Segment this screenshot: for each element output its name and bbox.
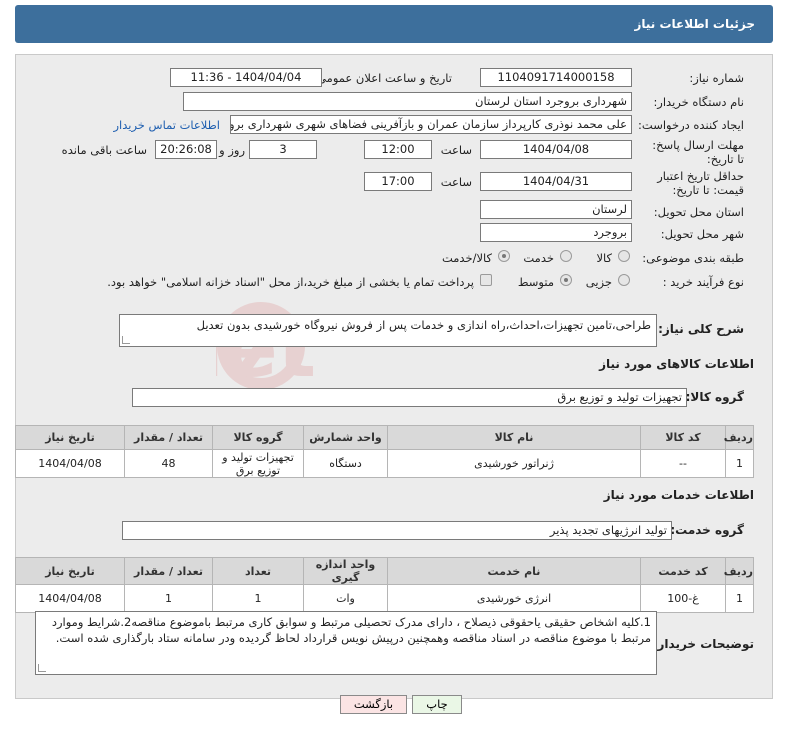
table-row[interactable]: 1 -- ژنراتور خورشیدی دستگاه تجهیزات تولی… [15, 449, 754, 478]
goods-section-title: اطلاعات کالاهای مورد نیاز [599, 357, 754, 371]
cell-goods-group: تجهیزات تولید و توزیع برق [212, 449, 304, 478]
buyer-org-label: نام دستگاه خریدار: [653, 95, 744, 109]
deadline-date-field[interactable]: 1404/04/08 [480, 140, 632, 159]
process-option-minor: جزیی [585, 275, 612, 289]
description-label: شرح کلی نیاز: [658, 322, 744, 336]
category-option-service: خدمت [523, 251, 554, 265]
header-wrap: جزئیات اطلاعات نیاز [0, 0, 788, 48]
need-number-field[interactable]: 1104091714000158 [480, 68, 632, 87]
col-row: ردیف [724, 557, 754, 585]
process-radio-minor[interactable] [618, 274, 630, 286]
col-count: تعداد [212, 557, 304, 585]
treasury-payment-note: پرداخت تمام یا بخشی از مبلغ خرید،از محل … [107, 275, 474, 289]
back-button[interactable]: بازگشت [340, 695, 407, 714]
goods-table-header: ردیف کد کالا نام کالا واحد شمارش گروه کا… [15, 425, 754, 450]
cell-service-name: انرژی خورشیدی [387, 584, 641, 613]
cell-goods-code: -- [640, 449, 726, 478]
deadline-time-label: ساعت [440, 143, 472, 157]
category-label: طبقه بندی موضوعی: [642, 251, 744, 265]
services-group-field[interactable]: تولید انرژیهای تجدید پذیر [122, 521, 672, 540]
buyer-contact-link[interactable]: اطلاعات تماس خریدار [113, 118, 220, 132]
col-quantity: تعداد / مقدار [124, 425, 213, 450]
col-unit: واحد شمارش [303, 425, 388, 450]
validity-time-field[interactable]: 17:00 [364, 172, 432, 191]
resize-grip-icon[interactable] [122, 336, 130, 344]
description-field[interactable]: طراحی،تامین تجهیزات،احداث،راه اندازی و خ… [119, 314, 657, 347]
buyer-notes-field[interactable]: 1.کلیه اشخاص حقیقی یاحقوقی ذیصلاح ، دارا… [35, 611, 657, 675]
validity-time-label: ساعت [440, 175, 472, 189]
col-service-name: نام خدمت [387, 557, 641, 585]
cell-count: 1 [212, 584, 304, 613]
cell-need-date: 1404/04/08 [15, 449, 125, 478]
treasury-payment-checkbox[interactable] [480, 274, 492, 286]
cell-unit: دستگاه [303, 449, 388, 478]
details-panel: AriaTender.net شماره نیاز: 1104091714000… [15, 54, 773, 699]
announce-date-label: تاریخ و ساعت اعلان عمومی: [313, 71, 452, 85]
cell-quantity: 1 [124, 584, 213, 613]
category-option-goods: کالا [596, 251, 612, 265]
goods-table: ردیف کد کالا نام کالا واحد شمارش گروه کا… [15, 425, 754, 478]
creator-field[interactable]: علی محمد نوذری کارپرداز سازمان عمران و ب… [230, 115, 632, 134]
cell-quantity: 48 [124, 449, 213, 478]
col-measure-unit: واحد اندازه گیری [303, 557, 388, 585]
buyer-notes-text: 1.کلیه اشخاص حقیقی یاحقوقی ذیصلاح ، دارا… [51, 615, 651, 645]
process-radio-medium[interactable] [560, 274, 572, 286]
description-text: طراحی،تامین تجهیزات،احداث،راه اندازی و خ… [196, 318, 651, 332]
deadline-time-field[interactable]: 12:00 [364, 140, 432, 159]
services-group-label: گروه خدمت: [670, 523, 744, 537]
announce-date-field[interactable]: 1404/04/04 - 11:36 [170, 68, 322, 87]
days-remaining-field[interactable]: 3 [249, 140, 317, 159]
col-row: ردیف [724, 425, 754, 450]
process-option-medium: متوسط [517, 275, 554, 289]
print-button[interactable]: چاپ [412, 695, 462, 714]
services-table: ردیف کد خدمت نام خدمت واحد اندازه گیری ت… [15, 557, 754, 613]
goods-group-field[interactable]: تجهیزات تولید و توزیع برق [132, 388, 687, 407]
validity-date-field[interactable]: 1404/04/31 [480, 172, 632, 191]
col-goods-group: گروه کالا [212, 425, 304, 450]
services-table-header: ردیف کد خدمت نام خدمت واحد اندازه گیری ت… [15, 557, 754, 585]
page-title: جزئیات اطلاعات نیاز [15, 5, 773, 43]
category-radio-goods-service[interactable] [498, 250, 510, 262]
creator-label: ایجاد کننده درخواست: [638, 118, 744, 132]
remaining-time-field[interactable]: 20:26:08 [155, 140, 217, 159]
cell-measure-unit: وات [303, 584, 388, 613]
cell-row: 1 [725, 449, 754, 478]
col-need-date: تاریخ نیاز [15, 557, 125, 585]
col-quantity: تعداد / مقدار [124, 557, 213, 585]
deadline-label: مهلت ارسال پاسخ: تا تاریخ: [652, 138, 744, 166]
table-row[interactable]: 1 غ-100 انرژی خورشیدی وات 1 1 1404/04/08 [15, 584, 754, 613]
col-goods-code: کد کالا [640, 425, 726, 450]
city-field[interactable]: بروجرد [480, 223, 632, 242]
col-need-date: تاریخ نیاز [15, 425, 125, 450]
category-radio-goods[interactable] [618, 250, 630, 262]
remaining-label: ساعت باقی مانده [61, 143, 147, 157]
validity-label: حداقل تاریخ اعتبار قیمت: تا تاریخ: [657, 169, 744, 197]
cell-need-date: 1404/04/08 [15, 584, 125, 613]
days-label: روز و [219, 143, 245, 157]
cell-goods-name: ژنراتور خورشیدی [387, 449, 641, 478]
province-field[interactable]: لرستان [480, 200, 632, 219]
buyer-org-field[interactable]: شهرداری بروجرد استان لرستان [183, 92, 632, 111]
buyer-notes-label: توضیحات خریدار: [652, 637, 754, 651]
goods-group-label: گروه کالا: [685, 390, 744, 404]
services-section-title: اطلاعات خدمات مورد نیاز [603, 488, 754, 502]
category-option-goods-service: کالا/خدمت [441, 251, 492, 265]
resize-grip-icon[interactable] [38, 664, 46, 672]
need-number-label: شماره نیاز: [689, 71, 744, 85]
province-label: استان محل تحویل: [653, 205, 744, 219]
city-label: شهر محل تحویل: [660, 227, 744, 241]
col-goods-name: نام کالا [387, 425, 641, 450]
col-service-code: کد خدمت [640, 557, 726, 585]
cell-service-code: غ-100 [640, 584, 726, 613]
process-label: نوع فرآیند خرید : [662, 275, 744, 289]
cell-row: 1 [725, 584, 754, 613]
category-radio-service[interactable] [560, 250, 572, 262]
